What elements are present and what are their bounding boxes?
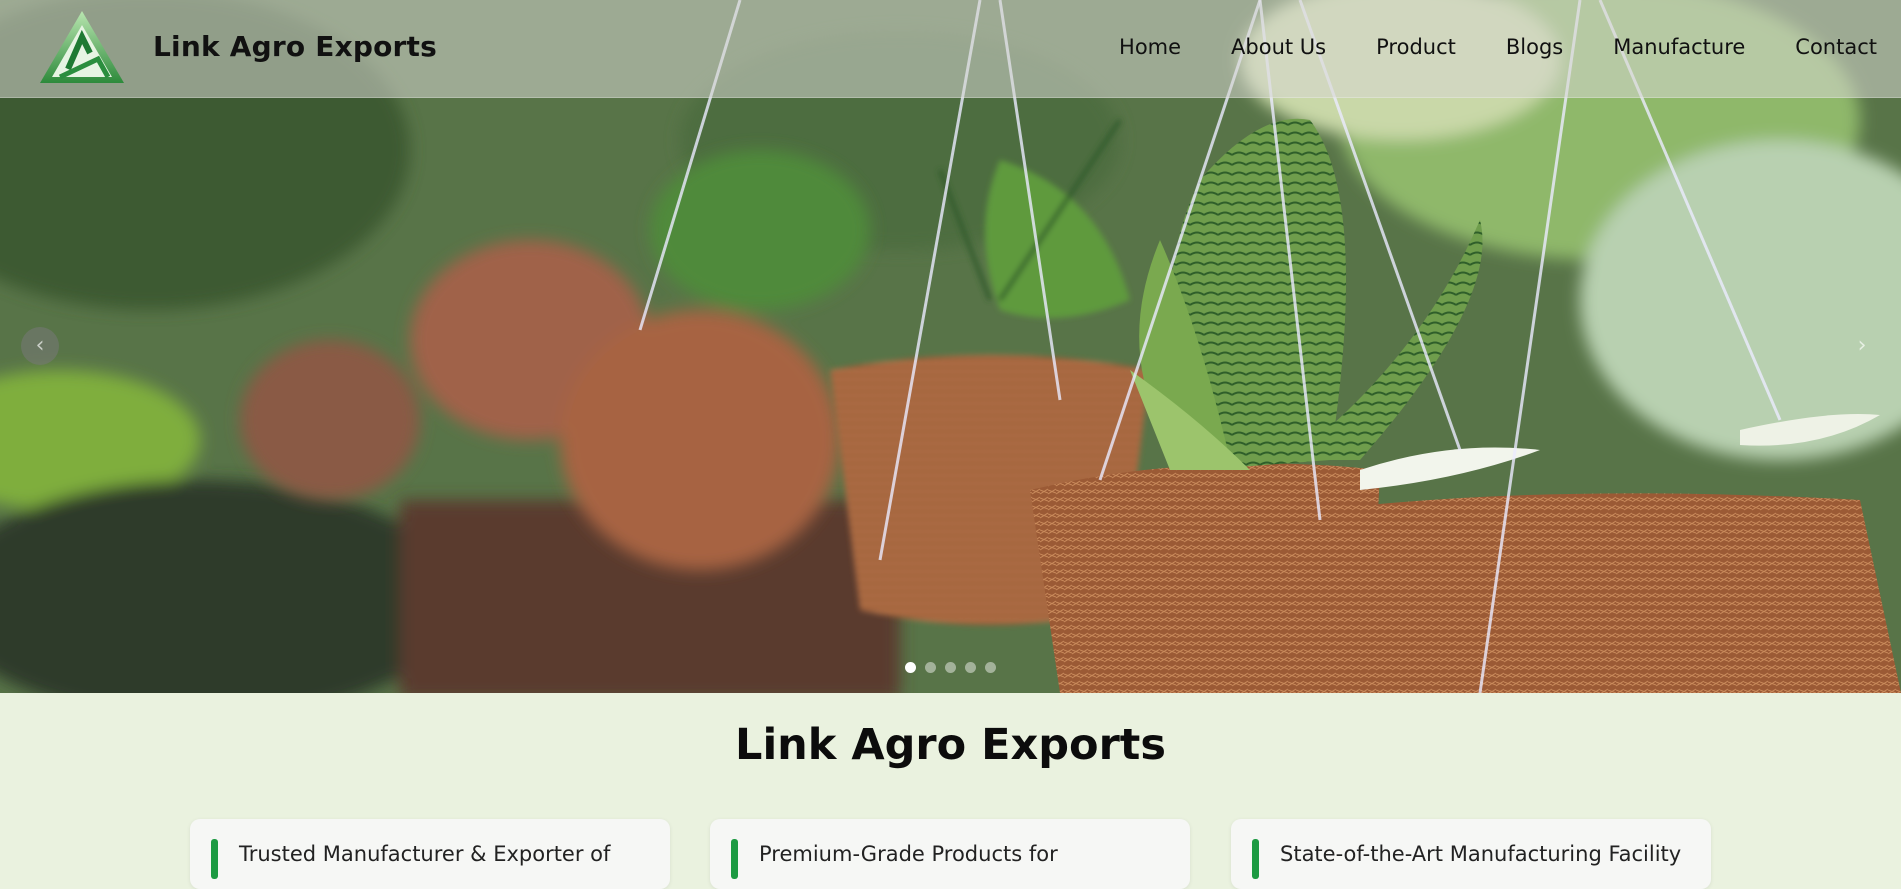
nav-contact[interactable]: Contact	[1795, 35, 1877, 59]
top-navbar: Link Agro Exports Home About Us Product …	[0, 0, 1901, 98]
hero-carousel: ‹ ›	[0, 0, 1901, 693]
feature-card: State-of-the-Art Manufacturing Facility	[1231, 819, 1711, 889]
chevron-right-icon: ›	[1857, 333, 1867, 358]
carousel-prev-button[interactable]: ‹	[21, 327, 59, 365]
carousel-indicator-3[interactable]	[945, 662, 956, 673]
main-menu: Home About Us Product Blogs Manufacture …	[1069, 35, 1877, 59]
accent-bar	[211, 839, 218, 879]
carousel-indicator-1[interactable]	[905, 662, 916, 673]
feature-cards: Trusted Manufacturer & Exporter of Premi…	[190, 819, 1711, 889]
accent-bar	[1252, 839, 1259, 879]
carousel-next-button[interactable]: ›	[1843, 327, 1881, 365]
feature-card: Trusted Manufacturer & Exporter of	[190, 819, 670, 889]
feature-card-text: Premium-Grade Products for	[759, 842, 1058, 866]
nav-manufacture[interactable]: Manufacture	[1613, 35, 1745, 59]
hanging-planters-photo	[0, 0, 1901, 693]
feature-card-text: State-of-the-Art Manufacturing Facility	[1280, 842, 1682, 866]
carousel-indicators	[905, 662, 996, 673]
brand-name[interactable]: Link Agro Exports	[153, 30, 437, 63]
feature-card: Premium-Grade Products for	[710, 819, 1190, 889]
accent-bar	[731, 839, 738, 879]
nav-product[interactable]: Product	[1376, 35, 1456, 59]
triangle-la-logo[interactable]	[38, 9, 126, 85]
nav-about-us[interactable]: About Us	[1231, 35, 1326, 59]
carousel-indicator-2[interactable]	[925, 662, 936, 673]
carousel-indicator-5[interactable]	[985, 662, 996, 673]
nav-home[interactable]: Home	[1119, 35, 1181, 59]
chevron-left-icon: ‹	[35, 333, 45, 358]
nav-blogs[interactable]: Blogs	[1506, 35, 1563, 59]
section-title: Link Agro Exports	[735, 720, 1166, 770]
carousel-indicator-4[interactable]	[965, 662, 976, 673]
feature-card-text: Trusted Manufacturer & Exporter of	[239, 842, 611, 866]
